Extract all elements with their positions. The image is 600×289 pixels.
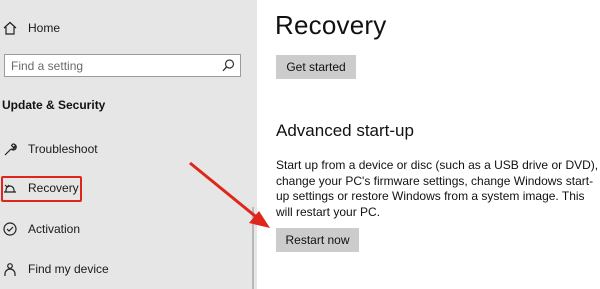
sidebar-item-label: Home	[28, 21, 61, 35]
home-icon	[2, 20, 18, 36]
sidebar-item-home[interactable]: Home	[0, 15, 250, 41]
sidebar-item-label: Activation	[28, 222, 81, 236]
search-box[interactable]	[4, 54, 241, 77]
sidebar: Home Update & Security Troubleshoot Reco…	[0, 0, 257, 289]
check-circle-icon	[2, 221, 18, 237]
wrench-icon	[2, 141, 18, 157]
sidebar-item-find-my-device[interactable]: Find my device	[0, 256, 250, 282]
get-started-button[interactable]: Get started	[276, 55, 356, 79]
sidebar-item-troubleshoot[interactable]: Troubleshoot	[0, 136, 250, 162]
sidebar-item-activation[interactable]: Activation	[0, 216, 250, 242]
page-title: Recovery	[275, 10, 387, 40]
restart-now-button[interactable]: Restart now	[276, 228, 359, 252]
person-pin-icon	[2, 261, 18, 277]
search-input[interactable]	[11, 58, 211, 73]
sidebar-item-label: Find my device	[28, 262, 109, 276]
sidebar-item-label: Troubleshoot	[28, 142, 98, 156]
recovery-highlight-box	[1, 176, 82, 202]
advanced-startup-description: Start up from a device or disc (such as …	[276, 158, 599, 219]
section-title: Update & Security	[2, 98, 106, 112]
advanced-startup-heading: Advanced start-up	[276, 121, 414, 140]
sidebar-scrollbar[interactable]	[252, 207, 254, 289]
search-icon[interactable]	[221, 58, 236, 73]
